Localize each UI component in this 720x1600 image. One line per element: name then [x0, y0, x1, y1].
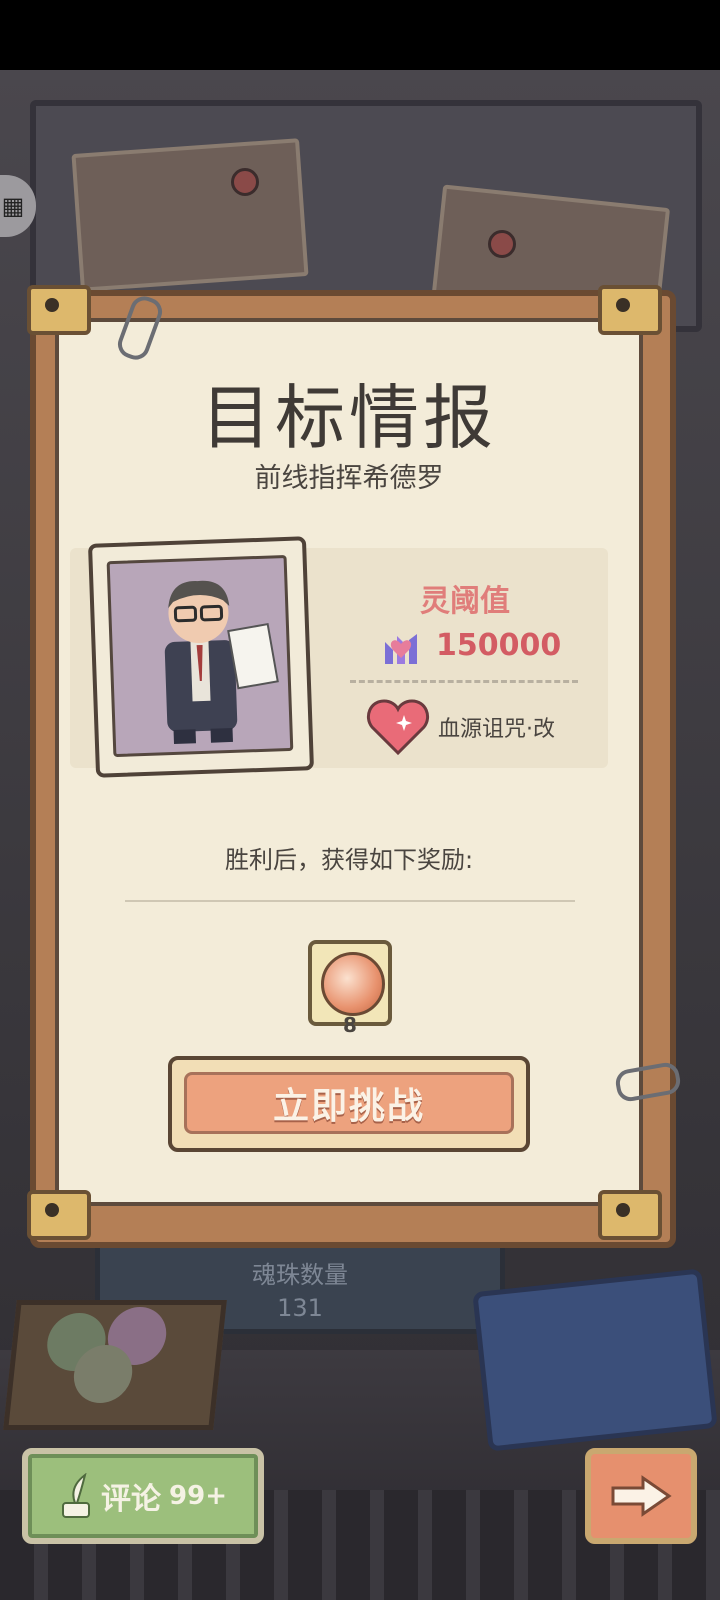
reward-quantity: 8 — [343, 1013, 357, 1037]
target-portrait — [87, 536, 315, 778]
soul-count-label: 魂珠数量 — [252, 1261, 348, 1289]
soul-stat-icon — [385, 634, 417, 664]
soul-orb-icon — [321, 952, 385, 1016]
comment-label: 评论 — [101, 1482, 162, 1517]
divider — [350, 680, 578, 683]
stat-label: 灵阈值 — [420, 584, 510, 619]
heart-gem-icon — [367, 699, 429, 756]
ability-name: 血源诅咒·改 — [438, 717, 555, 742]
pin-icon — [488, 230, 516, 258]
treasure-chest — [472, 1268, 718, 1452]
comment-button[interactable]: 评论 99+ — [22, 1448, 264, 1544]
pin-icon — [231, 168, 259, 196]
corner-bracket — [598, 285, 662, 335]
orb-tray — [3, 1300, 227, 1430]
corner-bracket — [27, 1190, 91, 1240]
status-bar — [0, 0, 720, 70]
commander-figure — [164, 580, 279, 744]
quill-icon — [62, 1473, 91, 1518]
arrow-right-icon — [611, 1475, 672, 1517]
corner-bracket — [598, 1190, 662, 1240]
stat-value: 150000 — [436, 628, 562, 663]
challenge-button-label: 立即挑战 — [184, 1072, 514, 1134]
divider — [125, 900, 575, 902]
target-name: 前线指挥希德罗 — [254, 463, 444, 494]
dialog-title: 目标情报 — [201, 377, 497, 459]
challenge-button[interactable]: 立即挑战 — [168, 1056, 530, 1152]
pinned-photo — [71, 138, 309, 292]
comment-count-badge: 99+ — [169, 1481, 227, 1511]
corner-bracket — [27, 285, 91, 335]
next-button[interactable] — [585, 1448, 697, 1544]
portrait-image — [106, 554, 294, 758]
reward-caption: 胜利后，获得如下奖励: — [224, 846, 474, 874]
